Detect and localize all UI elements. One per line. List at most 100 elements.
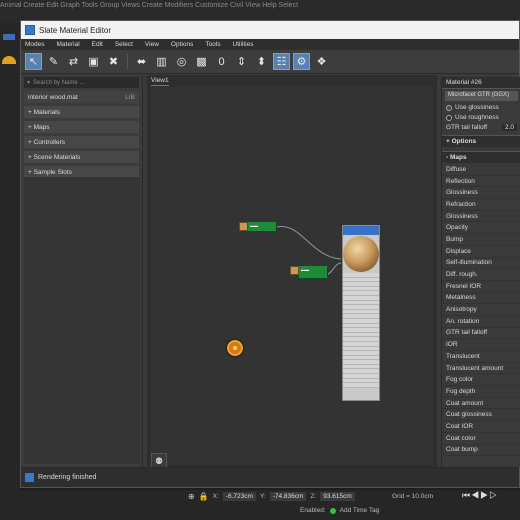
section-controllers[interactable]: + Controllers: [24, 136, 139, 148]
map-slot[interactable]: Anisotropy: [442, 304, 520, 316]
select-icon[interactable]: ↖: [25, 53, 42, 70]
chevron-down-icon[interactable]: ▾: [27, 79, 30, 86]
toolbar: ↖ ✎ ⇄ ▣ ✖ ⬌ ▥ ◎ ▩ 0 ⇕ ⬍ ☷ ⚙ ❖: [21, 50, 519, 74]
bottom-status-strip: ⊕ 🔒 X: -6.723cm Y: -74.836cm Z: 93.615cm…: [0, 490, 520, 520]
layout-children-icon[interactable]: ⬍: [253, 53, 270, 70]
map-slot[interactable]: Fresnel IOR: [442, 281, 520, 293]
x-field[interactable]: -6.723cm: [222, 492, 256, 501]
radio-use-roughness[interactable]: Use roughness: [446, 114, 517, 121]
transform-icon[interactable]: ⊕: [188, 492, 195, 501]
x-label: X:: [212, 493, 219, 500]
menu-modes[interactable]: Modes: [25, 41, 45, 48]
map-slot[interactable]: Coat glossiness: [442, 409, 520, 422]
y-field[interactable]: -74.836cm: [269, 492, 307, 501]
arrange-icon[interactable]: ☷: [273, 53, 290, 70]
menu-edit[interactable]: Edit: [92, 41, 103, 48]
lock-icon[interactable]: 🔒: [199, 492, 209, 501]
menu-tools[interactable]: Tools: [205, 41, 220, 48]
playback-controls[interactable]: ⏮◀▶▷: [462, 490, 498, 501]
delete-icon[interactable]: ✖: [105, 53, 122, 70]
map-slot[interactable]: Glossiness: [442, 211, 520, 223]
radio-use-glossiness[interactable]: Use glossiness: [446, 104, 517, 111]
node-canvas[interactable]: ▬▬ ▬▬: [151, 87, 433, 465]
map-slot[interactable]: Coat IOR: [442, 421, 520, 433]
map-slot[interactable]: Diff. rough.: [442, 269, 520, 281]
background-helmet-icon[interactable]: [2, 56, 16, 64]
section-label: + Materials: [28, 108, 60, 116]
add-time-tag-button[interactable]: Add Time Tag: [340, 507, 380, 514]
maps-list: Diffuse Reflection Glossiness Refraction Glo…: [442, 164, 520, 457]
map-slot[interactable]: Fog color: [442, 374, 520, 387]
material-browser: ▾ Search by Name ... interior wood.mat L…: [21, 75, 143, 467]
maps-rollout[interactable]: - Maps: [442, 151, 520, 163]
z-field[interactable]: 93.615cm: [320, 492, 355, 501]
menu-select[interactable]: Select: [115, 41, 133, 48]
material-name[interactable]: Material #26: [442, 77, 520, 89]
map-slot[interactable]: Displace: [442, 246, 520, 258]
enabled-label: Enabled:: [300, 507, 326, 514]
map-slot[interactable]: Coat color: [442, 433, 520, 445]
enabled-toggle[interactable]: [329, 507, 336, 514]
material-id-icon[interactable]: ⚙: [293, 53, 310, 70]
map-slot[interactable]: Reflection: [442, 176, 520, 188]
material-node-header: [343, 226, 379, 235]
menu-options[interactable]: Options: [171, 41, 193, 48]
menu-bar: Modes Material Edit Select View Options …: [21, 39, 519, 50]
browser-empty-area: [24, 177, 140, 464]
rollout-label: Options: [451, 138, 477, 145]
status-text: Rendering finished: [38, 474, 97, 481]
zero-icon[interactable]: 0: [213, 53, 230, 70]
background-tool-icon[interactable]: [3, 34, 15, 40]
view-tab[interactable]: View1: [151, 77, 169, 86]
search-field[interactable]: ▾ Search by Name ...: [24, 77, 139, 88]
coordinate-readout: ⊕ 🔒 X: -6.723cm Y: -74.836cm Z: 93.615cm: [188, 492, 355, 501]
node-view: View1 ▬▬ ▬▬ ⚉: [147, 75, 437, 469]
menu-utilities[interactable]: Utilities: [233, 41, 254, 48]
map-slot[interactable]: Translucent amount: [442, 363, 520, 375]
map-slot[interactable]: Coat amount: [442, 398, 520, 410]
section-maps[interactable]: + Maps: [24, 121, 139, 133]
map-slot[interactable]: GTR tail falloff: [442, 328, 520, 340]
z-label: Z:: [310, 493, 317, 500]
put-to-scene-icon[interactable]: ⇄: [65, 53, 82, 70]
section-materials[interactable]: + Materials: [24, 106, 139, 118]
library-header[interactable]: interior wood.mat LIB: [24, 91, 139, 103]
map-slot[interactable]: Refraction: [442, 199, 520, 211]
map-slot[interactable]: Coat bump: [442, 445, 520, 457]
bitmap-node-1[interactable]: ▬▬: [239, 221, 277, 232]
show-bg-icon[interactable]: ▩: [193, 53, 210, 70]
map-slot[interactable]: Bump: [442, 234, 520, 246]
assign-icon[interactable]: ▣: [85, 53, 102, 70]
map-slot[interactable]: IOR: [442, 339, 520, 351]
map-slot[interactable]: Diffuse: [442, 164, 520, 176]
hide-icon[interactable]: ▥: [153, 53, 170, 70]
map-slot[interactable]: Glossiness: [442, 187, 520, 200]
menu-view[interactable]: View: [145, 41, 159, 48]
node-caption: ▬▬: [301, 267, 309, 272]
rollout-label: Maps: [449, 154, 467, 161]
section-scene-materials[interactable]: + Scene Materials: [24, 151, 139, 163]
pick-material-icon[interactable]: ✎: [45, 53, 62, 70]
menu-material[interactable]: Material: [57, 41, 80, 48]
background-left-strip: [0, 22, 20, 492]
map-slot[interactable]: Translucent: [442, 351, 520, 363]
material-node[interactable]: [342, 225, 380, 401]
gtr-value-spinner[interactable]: 2.0: [501, 124, 517, 131]
title-bar: Slate Material Editor: [21, 21, 519, 39]
layout-icon[interactable]: ⇕: [233, 53, 250, 70]
map-slot[interactable]: Opacity: [442, 222, 520, 235]
background-menu: Animal Create Edit Graph Tools Group Vie…: [0, 2, 299, 9]
map-slot[interactable]: Fog depth: [442, 386, 520, 398]
slate-material-editor-window: Slate Material Editor Modes Material Edi…: [20, 20, 520, 488]
move-children-icon[interactable]: ⬌: [133, 53, 150, 70]
map-slot[interactable]: An. rotation: [442, 316, 520, 328]
map-slot[interactable]: Metalness: [442, 293, 520, 305]
checker-icon[interactable]: ❖: [313, 53, 330, 70]
bitmap-node-2[interactable]: ▬▬: [290, 265, 328, 279]
shader-dropdown[interactable]: Microfacet GTR (GGX): [445, 91, 518, 101]
gtr-label: GTR tail falloff: [446, 124, 488, 131]
grid-readout: Grid = 10.0cm: [392, 493, 434, 500]
options-rollout[interactable]: + Options: [442, 135, 520, 147]
show-map-icon[interactable]: ◎: [173, 53, 190, 70]
map-slot[interactable]: Self-illumination: [442, 258, 520, 270]
